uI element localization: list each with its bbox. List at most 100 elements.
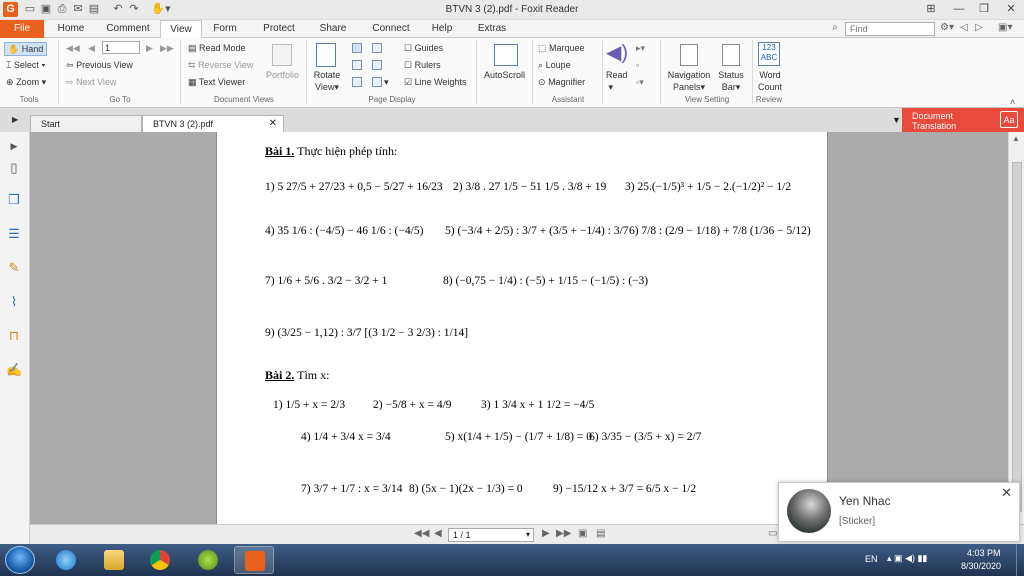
autoscroll-button[interactable]: AutoScroll	[484, 69, 525, 81]
read-mode-button[interactable]: ▤ Read Mode	[188, 42, 246, 54]
taskbar-app[interactable]	[188, 546, 228, 574]
read-button[interactable]: Read ▾	[606, 69, 628, 93]
page-transition-icon[interactable]: ▾	[372, 76, 389, 88]
next-page-nav-icon[interactable]: ▶	[542, 528, 550, 539]
panel-toggle-icon[interactable]: ▶	[12, 115, 18, 124]
language-indicator[interactable]: EN	[865, 554, 878, 564]
attachments-icon[interactable]: ⌇	[6, 294, 22, 310]
text-viewer-button[interactable]: ▦ Text Viewer	[188, 76, 245, 88]
word-count-button[interactable]: Word Count	[756, 69, 784, 93]
tab-list-dropdown-icon[interactable]: ▼	[892, 115, 901, 125]
read-options-icon[interactable]: ▸▾	[636, 42, 645, 54]
taskbar-chrome[interactable]	[140, 546, 180, 574]
minimize-button[interactable]: —	[950, 2, 968, 17]
marquee-button[interactable]: ⬚ Marquee	[538, 42, 585, 54]
continuous-facing-icon[interactable]	[372, 59, 384, 71]
layers-icon[interactable]: ☰	[6, 226, 22, 242]
page-number-input[interactable]	[102, 41, 140, 54]
scrollbar-thumb[interactable]	[1012, 162, 1022, 512]
clock-date[interactable]: 8/30/2020	[961, 561, 1001, 571]
tab-view[interactable]: View	[160, 20, 202, 39]
guides-checkbox[interactable]: ☐ Guides	[404, 42, 443, 54]
tab-comment[interactable]: Comment	[100, 20, 156, 38]
account-icon[interactable]: ▣▾	[998, 22, 1012, 33]
fit-page-icon[interactable]: ▣	[578, 528, 587, 539]
select-tool-button[interactable]: ⌶ Select ▾	[6, 59, 45, 71]
taskbar-ie[interactable]	[46, 546, 86, 574]
expand-panel-icon[interactable]: ▶	[6, 138, 22, 154]
next-view-button[interactable]: ⇨ Next View	[66, 76, 116, 88]
read-stop-icon[interactable]: ▫▾	[636, 76, 644, 88]
tab-home[interactable]: Home	[48, 20, 94, 38]
taskbar-explorer[interactable]	[94, 546, 134, 574]
magnifier-icon: ⊙	[538, 77, 546, 87]
clock-time[interactable]: 4:03 PM	[967, 548, 1001, 558]
magnifier-button[interactable]: ⊙ Magnifier	[538, 76, 585, 88]
navigation-panels-button[interactable]: Navigation Panels▾	[666, 69, 712, 93]
show-desktop-button[interactable]	[1016, 544, 1024, 576]
taskbar-foxit[interactable]	[234, 546, 274, 574]
close-notification-icon[interactable]: ✕	[1001, 485, 1012, 501]
group-review-label: Review	[755, 95, 783, 104]
rulers-checkbox[interactable]: ☐ Rulers	[404, 59, 441, 71]
back-icon[interactable]: ◁	[960, 22, 968, 33]
facing-page-icon[interactable]	[352, 59, 364, 71]
close-tab-icon[interactable]: ✕	[269, 116, 277, 132]
document-translation-button[interactable]: Document Translation Aa	[902, 108, 1024, 132]
reverse-view-button[interactable]: ⇆ Reverse View	[188, 59, 253, 71]
exercise-2-item: 9) −15/12 x + 3/7 = 6/5 x − 1/2	[553, 483, 697, 495]
find-input[interactable]	[845, 22, 935, 36]
tab-help[interactable]: Help	[424, 20, 460, 38]
loupe-button[interactable]: ⌕ Loupe	[538, 59, 571, 71]
last-page-icon[interactable]: ▶▶	[160, 42, 174, 54]
prev-page-icon[interactable]: ◀	[88, 42, 95, 54]
tab-protect[interactable]: Protect	[256, 20, 302, 38]
page-indicator-select[interactable]: 1 / 1 ▾	[448, 528, 534, 542]
ribbon-separator	[180, 40, 181, 104]
continuous-view-icon[interactable]: ▭	[768, 528, 777, 539]
tab-file[interactable]: File	[0, 20, 44, 38]
tab-document[interactable]: BTVN 3 (2).pdf ✕	[142, 115, 284, 132]
last-page-nav-icon[interactable]: ▶▶	[556, 528, 571, 539]
continuous-page-icon[interactable]	[372, 42, 384, 54]
signatures-icon[interactable]: ✍	[6, 362, 22, 378]
page-thumbnails-icon[interactable]: ▯	[6, 160, 22, 176]
pages-icon[interactable]: ❐	[6, 192, 22, 208]
portfolio-button[interactable]: Portfolio	[266, 69, 299, 81]
tab-document-label: BTVN 3 (2).pdf	[153, 119, 214, 129]
ribbon-toggle-icon[interactable]: ⊞	[922, 2, 940, 17]
forward-icon[interactable]: ▷	[975, 22, 983, 33]
hand-tool-button[interactable]: ✋ Hand	[4, 42, 48, 56]
status-bar-button[interactable]: Status Bar▾	[714, 69, 748, 93]
comments-icon[interactable]: ✎	[6, 260, 22, 276]
prev-page-nav-icon[interactable]: ◀	[434, 528, 442, 539]
restore-button[interactable]: ❐	[975, 2, 993, 17]
security-lock-icon[interactable]: ⊓	[6, 328, 22, 344]
tab-form[interactable]: Form	[206, 20, 244, 38]
vertical-scrollbar[interactable]: ▲	[1008, 132, 1024, 524]
single-page-icon[interactable]	[352, 42, 364, 54]
separate-cover-icon[interactable]	[352, 76, 364, 88]
first-page-icon[interactable]: ◀◀	[66, 42, 80, 54]
document-viewport[interactable]: Bài 1. Thực hiện phép tính: 1) 5 27/5 + …	[30, 132, 1008, 524]
scroll-up-icon[interactable]: ▲	[1012, 134, 1020, 143]
rotate-view-button[interactable]: Rotate View▾	[313, 69, 341, 93]
previous-view-button[interactable]: ⇦ Previous View	[66, 59, 133, 71]
fit-width-icon[interactable]: ▤	[596, 528, 605, 539]
chat-notification[interactable]: Yen Nhac [Sticker] ✕	[778, 482, 1020, 542]
zoom-tool-button[interactable]: ⊕ Zoom ▾	[6, 76, 46, 88]
next-page-icon[interactable]: ▶	[146, 42, 153, 54]
first-page-nav-icon[interactable]: ◀◀	[414, 528, 429, 539]
close-button[interactable]: ✕	[1002, 2, 1020, 17]
tab-extras[interactable]: Extras	[472, 20, 512, 38]
line-weights-checkbox[interactable]: ☑ Line Weights	[404, 76, 466, 88]
tab-start[interactable]: Start	[30, 115, 142, 132]
settings-icon[interactable]: ⚙▾	[940, 22, 954, 33]
tab-share[interactable]: Share	[312, 20, 354, 38]
start-button[interactable]	[5, 546, 35, 574]
tab-connect[interactable]: Connect	[366, 20, 416, 38]
tray-icons[interactable]: ▴ ▣ ◀) ▮▮	[887, 553, 927, 564]
collapse-ribbon-icon[interactable]: ˄	[1010, 96, 1015, 108]
select-icon: ⌶	[6, 60, 12, 70]
read-pause-icon[interactable]: ▫	[636, 59, 639, 71]
